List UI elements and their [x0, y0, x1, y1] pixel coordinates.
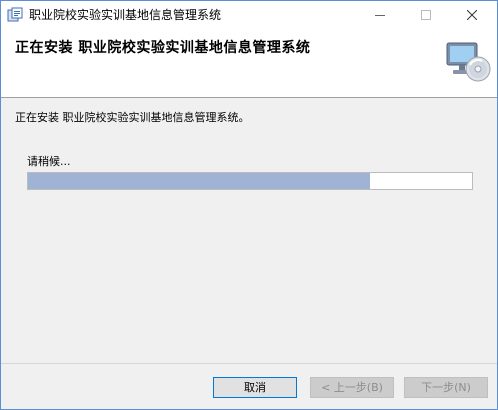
minimize-icon	[375, 15, 385, 16]
minimize-button[interactable]	[357, 1, 403, 29]
close-button[interactable]	[449, 1, 495, 29]
title-bar: 职业院校实验实训基地信息管理系统	[1, 1, 497, 29]
window-title: 职业院校实验实训基地信息管理系统	[29, 8, 222, 22]
install-progress-bar	[27, 172, 473, 190]
next-button[interactable]: 下一步(N)	[404, 377, 488, 398]
maximize-button[interactable]	[403, 1, 449, 29]
back-button[interactable]: < 上一步(B)	[310, 377, 394, 398]
cancel-button[interactable]: 取消	[213, 377, 297, 398]
installer-window: 职业院校实验实训基地信息管理系统 正在安装 职业院校实验实训基地信息管理系统 正…	[0, 0, 498, 410]
installer-app-icon	[7, 7, 23, 22]
install-progress-fill	[28, 173, 370, 189]
wait-label: 请稍候...	[27, 155, 71, 168]
status-text: 正在安装 职业院校实验实训基地信息管理系统。	[15, 111, 250, 124]
header-divider	[1, 97, 497, 98]
maximize-icon	[421, 10, 431, 20]
footer-divider	[1, 363, 497, 364]
computer-setup-icon	[446, 42, 491, 82]
banner-title: 正在安装 职业院校实验实训基地信息管理系统	[15, 40, 311, 56]
header-banner: 正在安装 职业院校实验实训基地信息管理系统	[1, 29, 497, 97]
close-icon	[467, 10, 477, 20]
